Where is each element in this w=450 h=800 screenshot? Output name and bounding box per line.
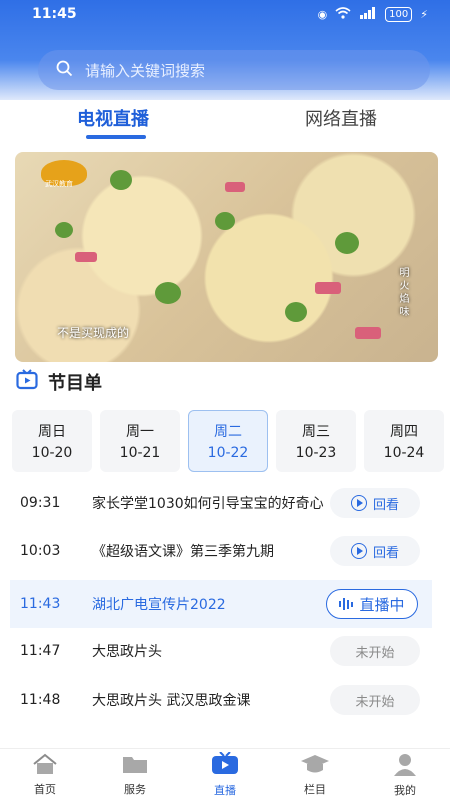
video-subtitle: 不是买现成的 <box>57 326 130 340</box>
day-date: 10-21 <box>119 445 161 461</box>
replay-button[interactable]: 回看 <box>330 488 420 518</box>
day-tab-mon[interactable]: 周一 10-21 <box>100 410 180 472</box>
live-label: 直播中 <box>359 595 405 614</box>
eye-icon: ◉ <box>317 8 328 21</box>
nav-label: 栏目 <box>304 782 326 796</box>
video-food-detail <box>110 170 132 190</box>
program-time: 11:48 <box>20 692 61 708</box>
battery-icon: 100 <box>385 7 413 22</box>
nav-label: 直播 <box>214 783 236 797</box>
charging-icon: ⚡ <box>420 8 428 21</box>
day-tab-sun[interactable]: 周日 10-20 <box>12 410 92 472</box>
play-icon <box>350 495 367 511</box>
schedule-header: 节目单 <box>16 369 102 395</box>
nav-label: 服务 <box>124 782 146 796</box>
day-date: 10-23 <box>295 445 337 461</box>
program-row-live[interactable]: 11:43 湖北广电宣传片2022 直播中 <box>10 580 432 628</box>
video-food-detail <box>55 222 73 238</box>
service-icon <box>121 753 149 778</box>
program-row[interactable]: 09:31 家长学堂1030如何引导宝宝的好奇心 回看 <box>0 479 450 527</box>
tab-tv-live[interactable]: 电视直播 <box>77 105 149 131</box>
day-label: 周三 <box>302 424 330 440</box>
day-label: 周四 <box>390 424 418 440</box>
channel-logo-text: 武汉教育 <box>45 180 73 188</box>
nav-service[interactable]: 服务 <box>90 749 180 800</box>
search-placeholder: 请输入关键词搜索 <box>85 61 206 80</box>
video-food-detail <box>155 282 181 304</box>
replay-label: 回看 <box>372 497 399 513</box>
video-food-detail <box>355 327 381 339</box>
column-icon <box>300 753 330 778</box>
program-row[interactable]: 11:47 大思政片头 未开始 <box>0 627 450 675</box>
schedule-title: 节目单 <box>48 373 102 394</box>
video-food-detail <box>75 252 97 262</box>
nav-column[interactable]: 栏目 <box>270 749 360 800</box>
tv-icon <box>16 369 38 395</box>
tab-web-live[interactable]: 网络直播 <box>305 105 377 131</box>
nav-live[interactable]: 直播 <box>180 749 270 800</box>
search-bar[interactable]: 请输入关键词搜索 <box>38 50 430 90</box>
tab-bar: 电视直播 网络直播 <box>0 105 450 143</box>
program-time: 10:03 <box>20 543 61 559</box>
audio-bars-icon <box>339 598 354 610</box>
day-tab-wed[interactable]: 周三 10-23 <box>276 410 356 472</box>
wifi-icon <box>335 7 351 22</box>
not-started-badge: 未开始 <box>330 636 420 666</box>
program-row[interactable]: 11:48 大思政片头 武汉思政金课 未开始 <box>0 676 450 724</box>
not-started-badge: 未开始 <box>330 685 420 715</box>
day-selector: 周日 10-20 周一 10-21 周二 10-22 周三 10-23 周四 1… <box>12 410 444 472</box>
not-started-label: 未开始 <box>355 645 395 661</box>
not-started-label: 未开始 <box>355 694 395 710</box>
status-icons: ◉ 100 ⚡ <box>318 7 428 22</box>
user-icon <box>393 752 417 779</box>
tv-icon <box>210 750 240 779</box>
video-food-detail <box>315 282 341 294</box>
program-title: 《超级语文课》第三季第九期 <box>92 544 274 560</box>
day-label: 周二 <box>214 424 242 440</box>
bottom-nav: 首页 服务 直播 栏目 我的 <box>0 748 450 800</box>
day-label: 周日 <box>38 424 66 440</box>
program-title: 湖北广电宣传片2022 <box>92 597 226 613</box>
day-tab-tue[interactable]: 周二 10-22 <box>188 410 268 472</box>
day-date: 10-24 <box>383 445 425 461</box>
program-title: 大思政片头 武汉思政金课 <box>92 693 251 709</box>
program-title: 大思政片头 <box>92 644 162 660</box>
replay-button[interactable]: 回看 <box>330 536 420 566</box>
tab-active-indicator <box>86 135 146 139</box>
nav-label: 首页 <box>34 782 56 796</box>
video-vertical-caption: 明火焰味 <box>397 267 408 319</box>
nav-label: 我的 <box>394 783 416 797</box>
nav-mine[interactable]: 我的 <box>360 749 450 800</box>
play-icon <box>350 543 367 559</box>
video-food-detail <box>215 212 235 230</box>
signal-icon <box>359 7 377 22</box>
program-title: 家长学堂1030如何引导宝宝的好奇心 <box>92 496 324 512</box>
nav-home[interactable]: 首页 <box>0 749 90 800</box>
video-food-detail <box>285 302 307 322</box>
video-food-detail <box>225 182 245 192</box>
live-now-button[interactable]: 直播中 <box>326 589 418 619</box>
program-time: 11:43 <box>20 596 61 612</box>
status-bar: 11:45 ◉ 100 ⚡ <box>0 0 450 32</box>
day-label: 周一 <box>126 424 154 440</box>
day-tab-thu[interactable]: 周四 10-24 <box>364 410 444 472</box>
day-date: 10-20 <box>31 445 73 461</box>
replay-label: 回看 <box>372 545 399 561</box>
video-player[interactable]: 武汉教育 不是买现成的 明火焰味 <box>15 152 438 362</box>
day-date: 10-22 <box>207 445 249 461</box>
program-time: 09:31 <box>20 495 61 511</box>
status-time: 11:45 <box>32 6 77 22</box>
program-row[interactable]: 10:03 《超级语文课》第三季第九期 回看 <box>0 527 450 575</box>
search-icon <box>56 60 73 81</box>
home-icon <box>32 753 58 778</box>
video-food-detail <box>335 232 359 254</box>
program-time: 11:47 <box>20 643 61 659</box>
